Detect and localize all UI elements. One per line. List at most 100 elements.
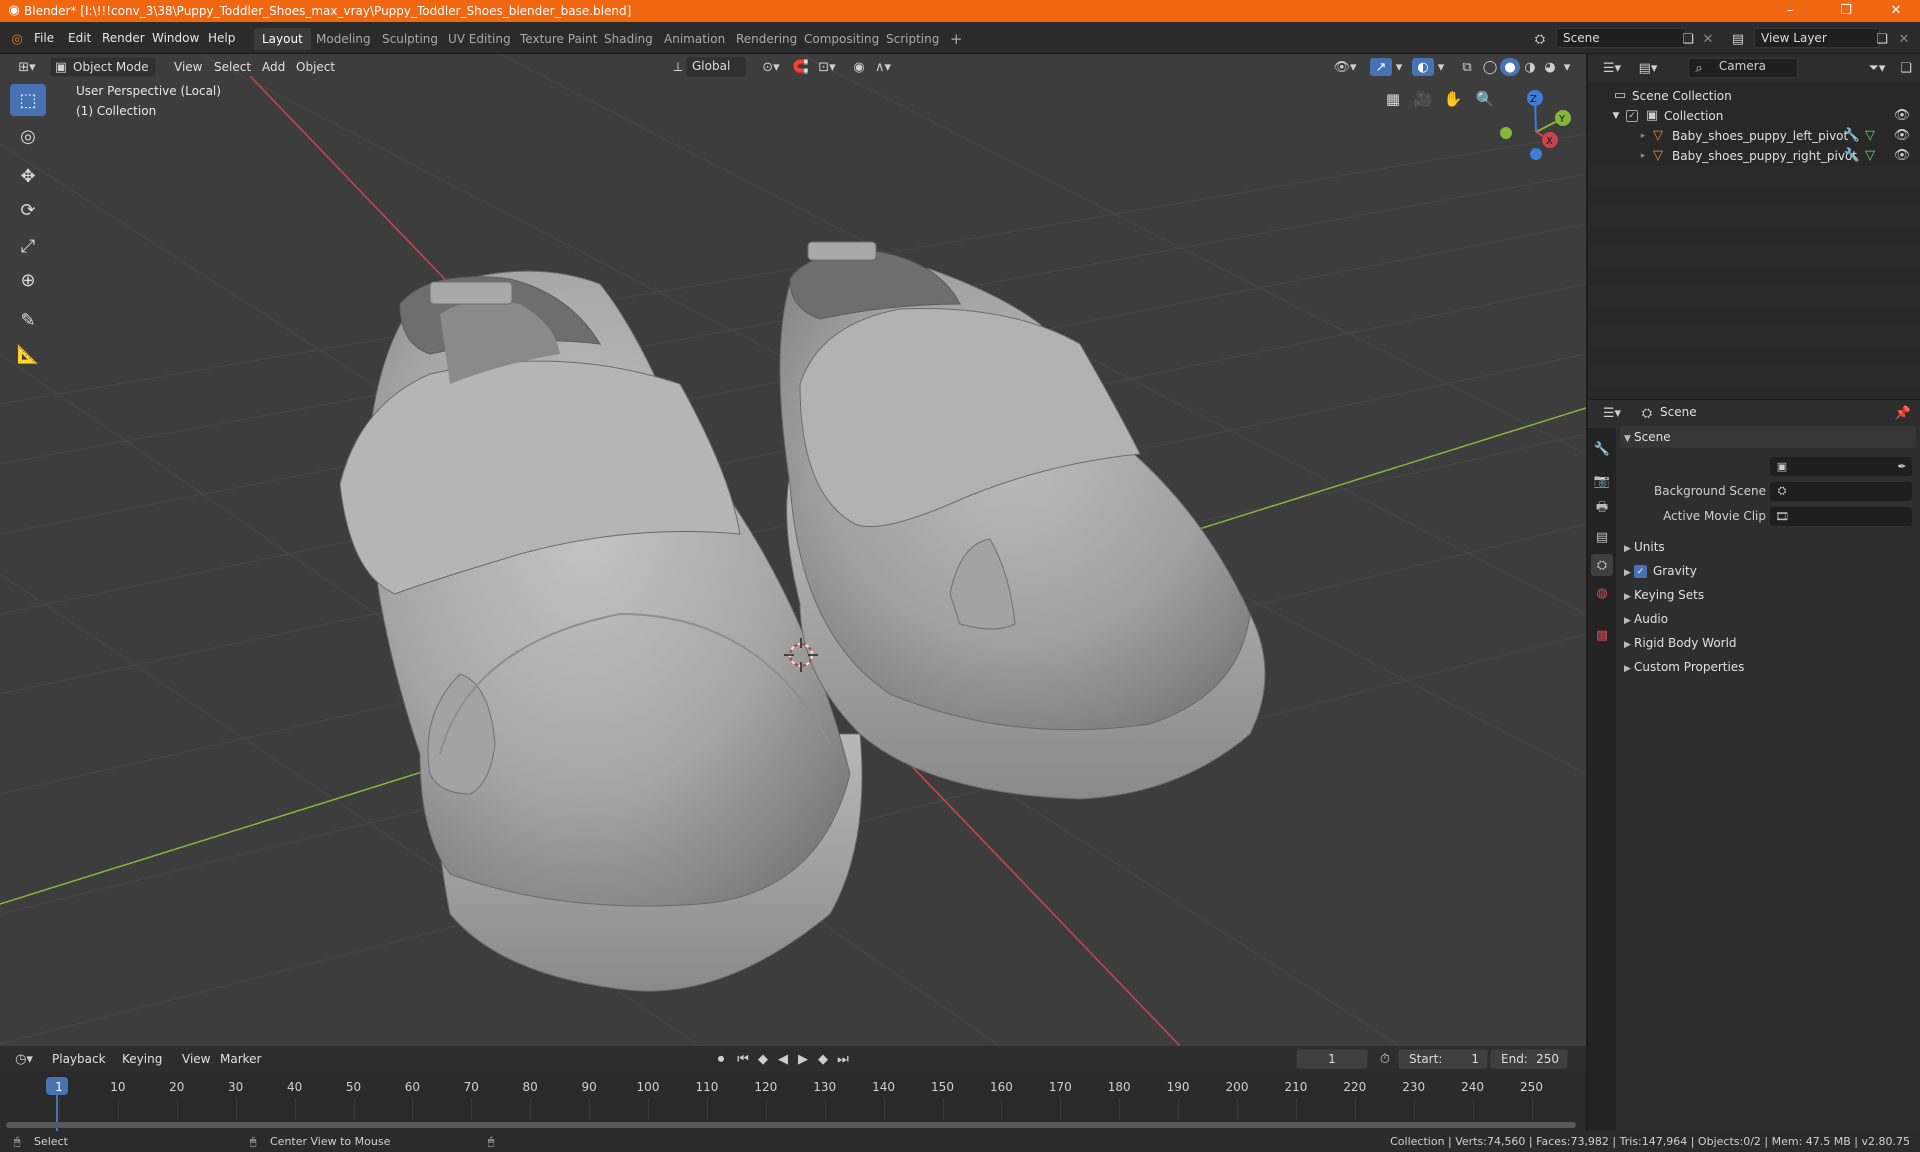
pin-icon[interactable]: 📌	[1894, 404, 1912, 422]
scene-section-header[interactable]: ▼ Scene	[1620, 426, 1916, 448]
tab-rendering[interactable]: Rendering	[728, 28, 805, 50]
view-layer-tab-icon[interactable]: ▤	[1591, 526, 1613, 548]
prev-keyframe-icon[interactable]: ◆	[754, 1050, 772, 1068]
timeline-editor[interactable]: ◷▾ Playback Keying View Marker ⏺ ⏮ ◆ ◀ ▶…	[0, 1046, 1586, 1131]
solid-shading-icon[interactable]: ●	[1500, 58, 1520, 76]
proportional-edit-icon[interactable]: ◉	[848, 58, 870, 76]
expand-arrow-icon[interactable]: ▼	[1610, 108, 1622, 124]
eye-icon[interactable]: 👁	[1894, 108, 1911, 124]
menu-marker[interactable]: Marker	[214, 1049, 267, 1069]
menu-add[interactable]: Add	[256, 57, 291, 77]
expand-arrow-icon[interactable]: ▸	[1638, 128, 1648, 144]
shading-dropdown-icon[interactable]: ▾	[1560, 58, 1574, 76]
rigid-body-world-panel-header[interactable]: ▶ Rigid Body World	[1620, 632, 1916, 654]
material-shading-icon[interactable]: ◑	[1520, 58, 1540, 76]
jump-start-icon[interactable]: ⏮	[734, 1050, 752, 1068]
menu-timeline-view[interactable]: View	[176, 1049, 216, 1069]
menu-window[interactable]: Window	[152, 28, 199, 48]
rotate-tool[interactable]: ⟳	[10, 194, 46, 226]
modifier-wrench-icon[interactable]: 🔧	[1844, 128, 1860, 144]
menu-file[interactable]: File	[34, 28, 54, 48]
scene-browse-icon[interactable]: ⛭	[1526, 29, 1554, 49]
menu-render[interactable]: Render	[102, 28, 145, 48]
toggle-camera-ortho-icon[interactable]: ▦	[1380, 86, 1406, 112]
blender-menu-icon[interactable]: ◎	[8, 30, 26, 48]
collection-checkbox[interactable]: ✓	[1626, 110, 1638, 122]
delete-scene-icon[interactable]: ✕	[1698, 29, 1718, 49]
eyedropper-icon[interactable]: ✒	[1894, 458, 1910, 474]
gravity-panel-header[interactable]: ▶ ✓ Gravity	[1620, 560, 1916, 582]
scene-name-field[interactable]: Scene	[1556, 28, 1686, 48]
output-tab-icon[interactable]: 🖶	[1591, 498, 1613, 520]
scene-tab-icon[interactable]: ⛭	[1591, 554, 1613, 576]
overlay-dropdown-icon[interactable]: ▾	[1434, 58, 1448, 76]
outliner-editor-type-icon[interactable]: ☰▾	[1598, 59, 1626, 77]
tab-texture-paint[interactable]: Texture Paint	[512, 28, 605, 50]
menu-view[interactable]: View	[168, 57, 208, 77]
transform-tool[interactable]: ⊕	[10, 264, 46, 296]
view-layer-field[interactable]: View Layer	[1754, 28, 1880, 48]
close-button[interactable]: ✕	[1876, 0, 1916, 22]
gizmo-dropdown-icon[interactable]: ▾	[1392, 58, 1406, 76]
keying-sets-panel-header[interactable]: ▶ Keying Sets	[1620, 584, 1916, 606]
scale-tool[interactable]: ⤢	[10, 230, 46, 262]
new-collection-icon[interactable]: ❏	[1896, 59, 1916, 77]
start-frame-field[interactable]: Start: 1	[1398, 1049, 1488, 1069]
visibility-icon[interactable]: 👁▾	[1330, 58, 1360, 76]
right-shoe-mesh[interactable]	[779, 241, 1266, 800]
mesh-data-icon[interactable]: ▽	[1862, 148, 1878, 164]
texture-tab-icon[interactable]: ▩	[1591, 624, 1613, 646]
maximize-button[interactable]: ❐	[1826, 0, 1866, 22]
camera-view-icon[interactable]: 🎥	[1410, 86, 1436, 112]
filter-icon[interactable]: ⏷▾	[1864, 59, 1890, 77]
menu-select[interactable]: Select	[208, 57, 257, 77]
orientation-selector[interactable]: Global	[686, 57, 746, 77]
properties-editor-type-icon[interactable]: ☰▾	[1598, 404, 1626, 422]
record-icon[interactable]: ⏺	[712, 1050, 730, 1068]
minimize-button[interactable]: –	[1770, 0, 1810, 22]
active-movie-clip-field[interactable]: 🎞	[1770, 507, 1912, 526]
tab-animation[interactable]: Animation	[656, 28, 733, 50]
current-frame-field[interactable]: 1	[1296, 1049, 1368, 1069]
tab-layout[interactable]: Layout	[254, 28, 311, 50]
mesh-data-icon[interactable]: ▽	[1862, 128, 1878, 144]
tab-sculpting[interactable]: Sculpting	[374, 28, 446, 50]
timeline-editor-type-icon[interactable]: ◷▾	[10, 1050, 38, 1068]
background-scene-field[interactable]: ⛭	[1770, 482, 1912, 501]
snap-target-icon[interactable]: ⊡▾	[812, 58, 842, 76]
next-keyframe-icon[interactable]: ◆	[814, 1050, 832, 1068]
outliner-row-collection[interactable]: ▼ ✓ ▣ Collection 👁	[1588, 106, 1920, 126]
delete-view-layer-icon[interactable]: ✕	[1894, 29, 1914, 49]
outliner-row-object-right[interactable]: ▸ ▽ Baby_shoes_puppy_right_pivot 🔧 ▽ 👁	[1588, 146, 1920, 166]
overlay-toggle-icon[interactable]: ◐	[1412, 58, 1434, 76]
tab-scripting[interactable]: Scripting	[878, 28, 947, 50]
pan-view-icon[interactable]: ✋	[1440, 86, 1466, 112]
outliner-row-scene-collection[interactable]: ▭ Scene Collection	[1588, 86, 1920, 106]
cursor-tool[interactable]: ◎	[10, 120, 46, 152]
menu-object[interactable]: Object	[290, 57, 341, 77]
falloff-icon[interactable]: ∧▾	[868, 58, 898, 76]
units-panel-header[interactable]: ▶ Units	[1620, 536, 1916, 558]
eye-icon[interactable]: 👁	[1894, 128, 1911, 144]
end-frame-field[interactable]: End: 250	[1490, 1049, 1568, 1069]
view-layer-browse-icon[interactable]: ▤	[1724, 29, 1752, 49]
select-box-tool[interactable]: ⬚	[10, 84, 46, 116]
menu-keying[interactable]: Keying	[116, 1049, 168, 1069]
outliner-row-object-left[interactable]: ▸ ▽ Baby_shoes_puppy_left_pivot 🔧 ▽ 👁	[1588, 126, 1920, 146]
stopwatch-icon[interactable]: ⏱	[1376, 1050, 1394, 1068]
audio-panel-header[interactable]: ▶ Audio	[1620, 608, 1916, 630]
annotate-tool[interactable]: ✎	[10, 304, 46, 336]
new-view-layer-icon[interactable]: ❏	[1872, 29, 1892, 49]
3d-viewport[interactable]: Z Y X ⊞▾ Object Mode ▣ View Select Add O…	[0, 54, 1586, 1046]
tab-uv-editing[interactable]: UV Editing	[440, 28, 519, 50]
move-tool[interactable]: ✥	[10, 160, 46, 192]
play-icon[interactable]: ▶	[794, 1050, 812, 1068]
wireframe-shading-icon[interactable]: ◯	[1480, 58, 1500, 76]
pivot-point-icon[interactable]: ⊙▾	[756, 58, 786, 76]
eye-icon[interactable]: 👁	[1894, 148, 1911, 164]
timeline-scrollbar[interactable]	[6, 1122, 1576, 1128]
menu-playback[interactable]: Playback	[46, 1049, 112, 1069]
play-reverse-icon[interactable]: ◀	[774, 1050, 792, 1068]
snap-icon[interactable]: 🧲	[790, 58, 812, 76]
add-workspace-button[interactable]: +	[942, 28, 971, 50]
